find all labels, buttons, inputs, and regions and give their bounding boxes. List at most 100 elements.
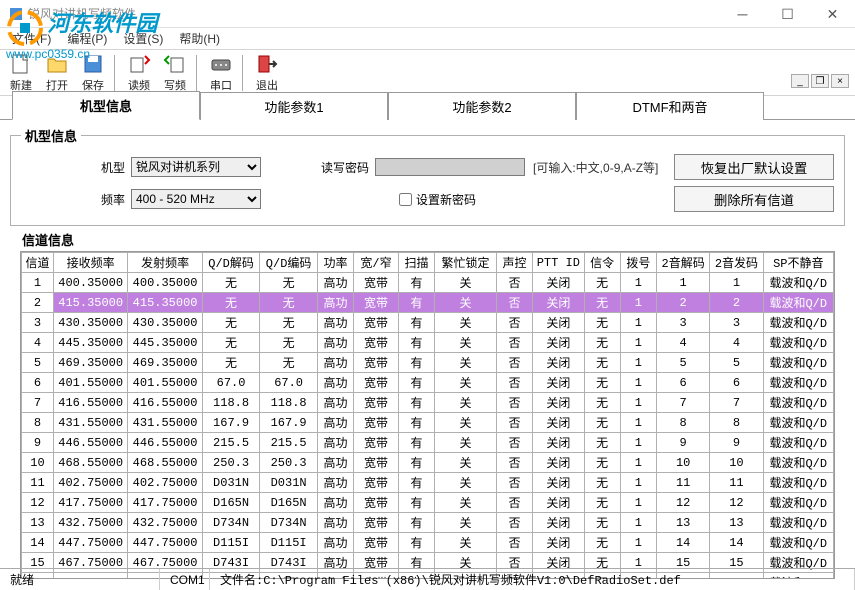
table-cell[interactable]: 高功 (317, 473, 353, 493)
table-cell[interactable]: 431.55000 (53, 413, 127, 433)
table-cell[interactable]: 高功 (317, 413, 353, 433)
table-cell[interactable]: 无 (584, 413, 620, 433)
table-row[interactable]: 14447.75000447.75000D115ID115I高功宽带有关否关闭无… (22, 533, 834, 553)
minimize-button[interactable]: ─ (720, 0, 765, 28)
table-cell[interactable]: 无 (584, 293, 620, 313)
table-cell[interactable]: 关闭 (533, 313, 584, 333)
column-header[interactable]: 2音发码 (710, 253, 763, 273)
table-row[interactable]: 9446.55000446.55000215.5215.5高功宽带有关否关闭无1… (22, 433, 834, 453)
table-cell[interactable]: 6 (22, 373, 54, 393)
table-cell[interactable]: 无 (202, 333, 260, 353)
table-cell[interactable]: 1 (620, 273, 656, 293)
table-cell[interactable]: 有 (398, 533, 434, 553)
table-cell[interactable]: 无 (584, 533, 620, 553)
table-cell[interactable]: 高功 (317, 293, 353, 313)
delete-channels-button[interactable]: 删除所有信道 (674, 186, 834, 212)
table-cell[interactable]: 否 (496, 493, 532, 513)
table-cell[interactable]: 1 (620, 333, 656, 353)
table-cell[interactable]: 宽带 (354, 473, 399, 493)
table-cell[interactable]: 宽带 (354, 273, 399, 293)
table-cell[interactable]: 5 (657, 353, 710, 373)
table-cell[interactable]: 1 (620, 313, 656, 333)
exit-button[interactable]: 退出 (250, 52, 284, 93)
table-cell[interactable]: 1 (657, 273, 710, 293)
mdi-minimize[interactable]: _ (791, 74, 809, 88)
table-cell[interactable]: D115I (260, 533, 318, 553)
maximize-button[interactable]: ☐ (765, 0, 810, 28)
table-cell[interactable]: 载波和Q/D (763, 393, 833, 413)
table-cell[interactable]: 430.35000 (128, 313, 202, 333)
table-cell[interactable]: 7 (710, 393, 763, 413)
table-cell[interactable]: 关 (435, 493, 497, 513)
table-cell[interactable]: 有 (398, 473, 434, 493)
column-header[interactable]: 繁忙锁定 (435, 253, 497, 273)
table-cell[interactable]: 1 (620, 473, 656, 493)
table-cell[interactable]: 载波和Q/D (763, 293, 833, 313)
table-row[interactable]: 13432.75000432.75000D734ND734N高功宽带有关否关闭无… (22, 513, 834, 533)
table-cell[interactable]: 431.55000 (128, 413, 202, 433)
table-cell[interactable]: 469.35000 (128, 353, 202, 373)
new-password-checkbox[interactable]: 设置新密码 (399, 191, 476, 208)
table-row[interactable]: 1400.35000400.35000无无高功宽带有关否关闭无111载波和Q/D (22, 273, 834, 293)
table-cell[interactable]: 宽带 (354, 513, 399, 533)
table-cell[interactable]: 高功 (317, 513, 353, 533)
table-cell[interactable]: 高功 (317, 393, 353, 413)
table-cell[interactable]: 否 (496, 513, 532, 533)
table-cell[interactable]: 关闭 (533, 513, 584, 533)
table-cell[interactable]: 关 (435, 513, 497, 533)
table-cell[interactable]: D165N (260, 493, 318, 513)
table-cell[interactable]: 高功 (317, 453, 353, 473)
column-header[interactable]: SP不静音 (763, 253, 833, 273)
table-cell[interactable]: 6 (710, 373, 763, 393)
table-cell[interactable]: 7 (22, 393, 54, 413)
menu-file[interactable]: 文件(F) (4, 28, 59, 49)
table-cell[interactable]: 468.55000 (128, 453, 202, 473)
table-cell[interactable]: 关 (435, 413, 497, 433)
table-cell[interactable]: 高功 (317, 313, 353, 333)
table-cell[interactable]: 关闭 (533, 433, 584, 453)
table-cell[interactable]: 14 (710, 533, 763, 553)
table-cell[interactable]: 关 (435, 373, 497, 393)
table-cell[interactable]: 无 (584, 333, 620, 353)
table-cell[interactable]: 无 (584, 433, 620, 453)
table-cell[interactable]: 关闭 (533, 373, 584, 393)
table-cell[interactable]: 无 (202, 313, 260, 333)
table-cell[interactable]: 有 (398, 433, 434, 453)
table-row[interactable]: 4445.35000445.35000无无高功宽带有关否关闭无144载波和Q/D (22, 333, 834, 353)
table-cell[interactable]: 高功 (317, 493, 353, 513)
table-cell[interactable]: 无 (202, 273, 260, 293)
table-cell[interactable]: 载波和Q/D (763, 373, 833, 393)
table-cell[interactable]: 宽带 (354, 293, 399, 313)
table-cell[interactable]: 宽带 (354, 393, 399, 413)
table-cell[interactable]: 宽带 (354, 333, 399, 353)
table-cell[interactable]: 8 (710, 413, 763, 433)
table-cell[interactable]: D734N (260, 513, 318, 533)
menu-help[interactable]: 帮助(H) (171, 28, 228, 49)
table-cell[interactable]: 13 (22, 513, 54, 533)
table-row[interactable]: 6401.55000401.5500067.067.0高功宽带有关否关闭无166… (22, 373, 834, 393)
table-cell[interactable]: 9 (657, 433, 710, 453)
table-cell[interactable]: 167.9 (202, 413, 260, 433)
table-cell[interactable]: 关 (435, 453, 497, 473)
table-cell[interactable]: 446.55000 (53, 433, 127, 453)
table-cell[interactable]: 3 (657, 313, 710, 333)
table-cell[interactable]: 关闭 (533, 473, 584, 493)
table-row[interactable]: 10468.55000468.55000250.3250.3高功宽带有关否关闭无… (22, 453, 834, 473)
mdi-restore[interactable]: ❐ (811, 74, 829, 88)
table-cell[interactable]: 有 (398, 273, 434, 293)
table-cell[interactable]: 1 (620, 433, 656, 453)
table-cell[interactable]: 关 (435, 433, 497, 453)
table-cell[interactable]: 否 (496, 433, 532, 453)
table-cell[interactable]: 215.5 (202, 433, 260, 453)
table-cell[interactable]: 445.35000 (53, 333, 127, 353)
menu-program[interactable]: 编程(P) (59, 28, 115, 49)
table-cell[interactable]: 1 (620, 493, 656, 513)
table-cell[interactable]: 12 (710, 493, 763, 513)
table-cell[interactable]: 417.75000 (128, 493, 202, 513)
table-cell[interactable]: D115I (202, 533, 260, 553)
table-cell[interactable]: 关 (435, 333, 497, 353)
table-cell[interactable]: 否 (496, 353, 532, 373)
table-cell[interactable]: 402.75000 (53, 473, 127, 493)
table-cell[interactable]: 1 (620, 413, 656, 433)
table-cell[interactable]: 417.75000 (53, 493, 127, 513)
